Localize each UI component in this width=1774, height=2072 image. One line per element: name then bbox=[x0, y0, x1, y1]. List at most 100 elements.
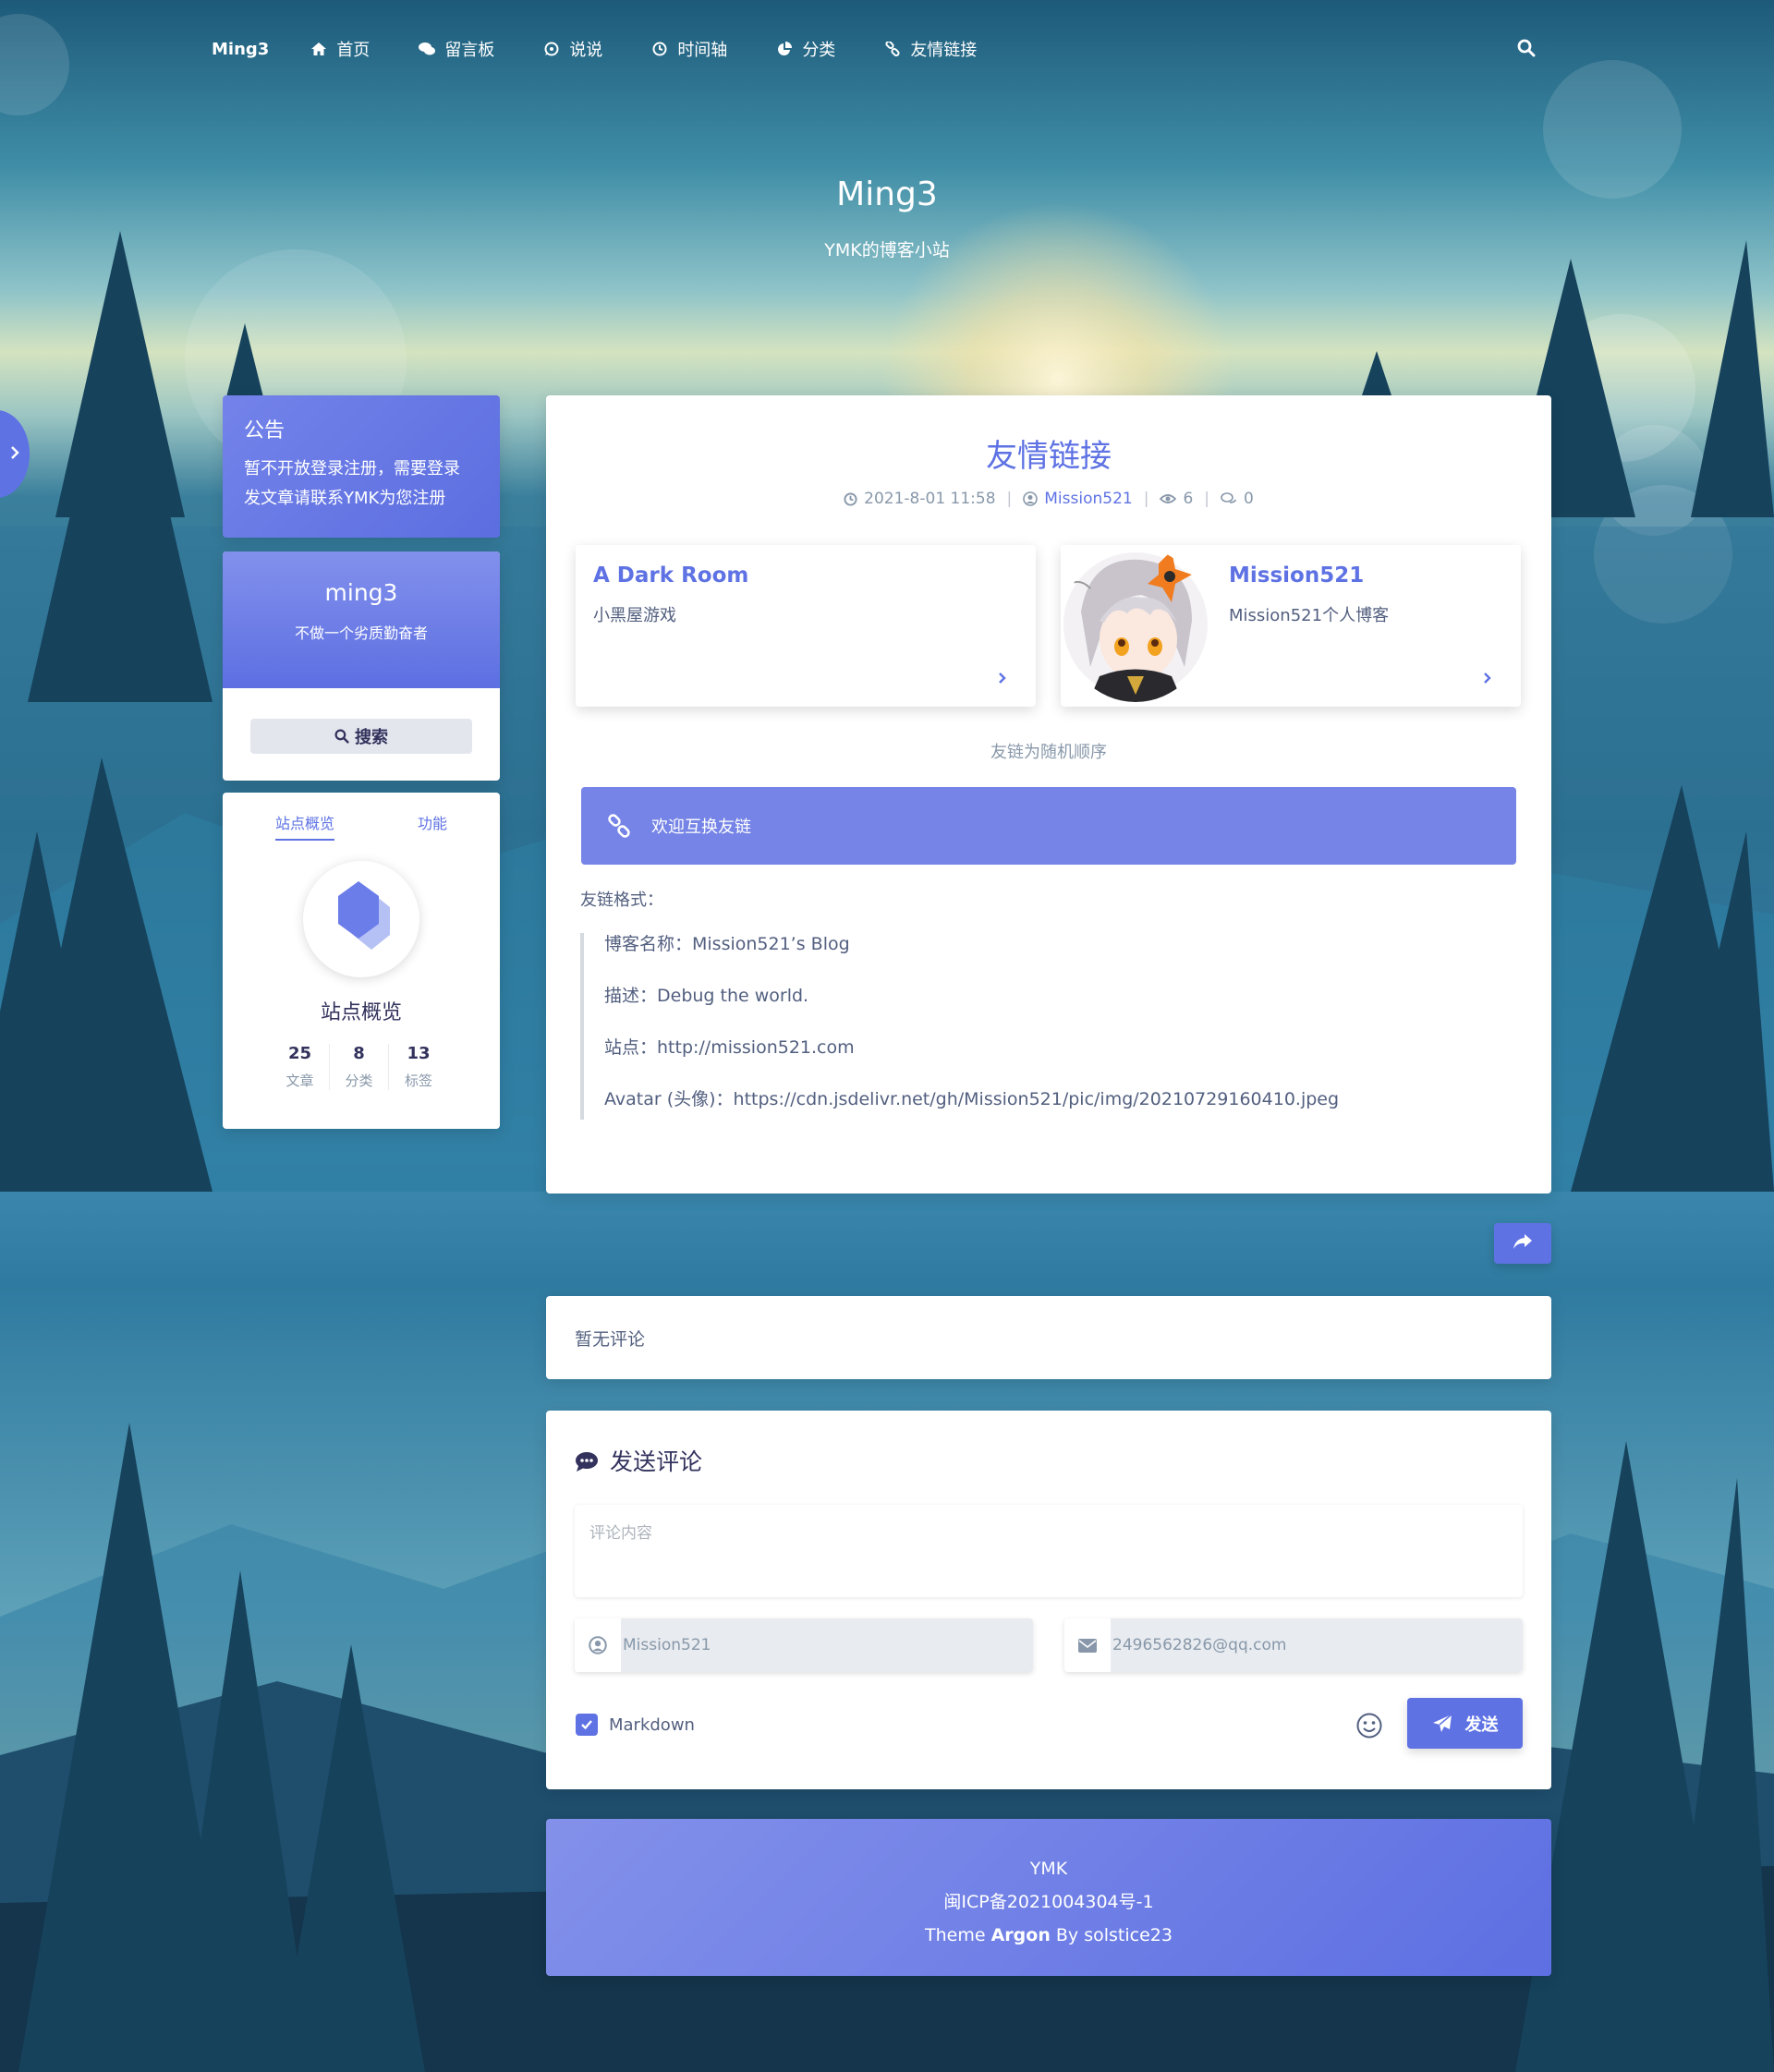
format-line: 站点：http://mission521.com bbox=[604, 1037, 855, 1058]
friend-link-desc: 小黑屋游戏 bbox=[593, 606, 676, 625]
stat-number: 13 bbox=[407, 1044, 431, 1063]
send-comment-button[interactable]: 发送 bbox=[1407, 1698, 1523, 1749]
chevron-right-icon bbox=[9, 444, 20, 465]
overview-title: 站点概览 bbox=[320, 1001, 402, 1024]
alert-text: 欢迎互换友链 bbox=[651, 818, 751, 837]
site-logo bbox=[303, 861, 419, 977]
clock-icon bbox=[651, 41, 668, 57]
comment-form-card: 发送评论 评论内容 Mission521 2496562826@qq.com M… bbox=[546, 1411, 1551, 1789]
post-views: 6 bbox=[1183, 490, 1194, 508]
share-button[interactable] bbox=[1494, 1223, 1551, 1264]
nav-item-home[interactable]: 首页 bbox=[310, 37, 370, 61]
smile-icon[interactable] bbox=[1355, 1712, 1383, 1739]
email-field[interactable]: 2496562826@qq.com bbox=[1064, 1618, 1523, 1672]
profile-header: ming3 不做一个劣质勤奋者 bbox=[223, 551, 500, 688]
banner-title: Ming3 bbox=[836, 176, 938, 213]
name-field[interactable]: Mission521 bbox=[575, 1618, 1033, 1672]
nav-item-guestbook[interactable]: 留言板 bbox=[419, 37, 494, 61]
random-order-note: 友链为随机顺序 bbox=[990, 743, 1107, 762]
stat-number: 8 bbox=[353, 1044, 365, 1063]
format-line: 描述：Debug the world. bbox=[604, 986, 809, 1006]
no-comments-text: 暂无评论 bbox=[575, 1328, 646, 1350]
clock-icon bbox=[844, 491, 857, 506]
friend-link-name: Mission521 bbox=[1229, 563, 1365, 588]
site-overview-card: 站点概览 功能 站点概览 25 文章 8 分类 13 标签 bbox=[223, 793, 500, 1129]
tab-function[interactable]: 功能 bbox=[418, 811, 447, 833]
post-author[interactable]: Mission521 bbox=[1044, 490, 1132, 508]
tab-site-overview[interactable]: 站点概览 bbox=[275, 811, 335, 841]
footer-icp[interactable]: 闽ICP备2021004304号-1 bbox=[546, 1885, 1551, 1919]
link-icon bbox=[884, 41, 901, 57]
nav-brand[interactable]: Ming3 bbox=[212, 40, 269, 59]
search-icon bbox=[334, 729, 349, 744]
article-meta: 2021-8-01 11:58 | Mission521 | 6 | 0 bbox=[546, 490, 1551, 508]
format-line: 博客名称：Mission521’s Blog bbox=[604, 934, 850, 954]
email-value: 2496562826@qq.com bbox=[1111, 1618, 1523, 1672]
check-icon bbox=[576, 1714, 598, 1736]
home-icon bbox=[310, 41, 327, 57]
comment-dots-icon bbox=[575, 1450, 599, 1472]
footer-theme-prefix: Theme bbox=[925, 1925, 991, 1945]
profile-motto: 不做一个劣质勤奋者 bbox=[294, 624, 428, 642]
stat-label: 分类 bbox=[345, 1072, 373, 1089]
footer-author: YMK bbox=[1029, 1859, 1068, 1879]
send-label: 发送 bbox=[1464, 1715, 1499, 1735]
notice-line: 暂不开放登录注册，需要登录 bbox=[244, 459, 460, 479]
nav-item-label: 分类 bbox=[802, 41, 836, 60]
friend-avatar bbox=[1063, 547, 1209, 702]
nav-item-timeline[interactable]: 时间轴 bbox=[651, 37, 727, 61]
stat-tags[interactable]: 13 标签 bbox=[389, 1044, 448, 1090]
stat-articles[interactable]: 25 文章 bbox=[271, 1044, 330, 1090]
envelope-icon bbox=[1064, 1618, 1111, 1672]
footer-theme-suffix: By solstice23 bbox=[1050, 1925, 1173, 1945]
format-line: Avatar (头像)：https://cdn.jsdelivr.net/gh/… bbox=[604, 1089, 1340, 1109]
no-comments-card: 暂无评论 bbox=[546, 1296, 1551, 1379]
markdown-checkbox[interactable]: Markdown bbox=[576, 1714, 695, 1736]
nav-item-category[interactable]: 分类 bbox=[776, 37, 835, 61]
comment-content-textarea[interactable]: 评论内容 bbox=[575, 1505, 1523, 1597]
chevron-right-icon bbox=[997, 670, 1010, 686]
pie-chart-icon bbox=[776, 41, 793, 57]
nav-item-label: 时间轴 bbox=[677, 41, 728, 60]
post-date: 2021-8-01 11:58 bbox=[864, 490, 996, 508]
search-button-label: 搜索 bbox=[355, 728, 388, 747]
footer-theme-link[interactable]: Argon bbox=[991, 1925, 1051, 1945]
top-navbar: Ming3 首页 留言板 说说 时间轴 分类 友情链接 bbox=[212, 35, 1561, 63]
banner-subtitle: YMK的博客小站 bbox=[824, 240, 950, 261]
nav-item-label: 说说 bbox=[569, 41, 603, 60]
user-circle-icon bbox=[575, 1618, 621, 1672]
meta-separator: | bbox=[1006, 490, 1013, 508]
search-button[interactable]: 搜索 bbox=[250, 719, 472, 754]
nav-item-shuoshuo[interactable]: 说说 bbox=[543, 37, 602, 61]
notice-line: 发文章请联系YMK为您注册 bbox=[244, 489, 446, 508]
nav-item-friend-links[interactable]: 友情链接 bbox=[884, 37, 977, 61]
post-comment-count: 0 bbox=[1244, 490, 1254, 508]
profile-name: ming3 bbox=[324, 579, 398, 606]
footer-card: YMK 闽ICP备2021004304号-1 Theme Argon By so… bbox=[546, 1819, 1551, 1976]
friend-link-card[interactable]: A Dark Room 小黑屋游戏 bbox=[576, 545, 1036, 707]
stat-label: 文章 bbox=[286, 1072, 314, 1089]
profile-card: ming3 不做一个劣质勤奋者 搜索 bbox=[223, 551, 500, 781]
sidebar-toggle-button[interactable] bbox=[0, 410, 30, 498]
user-circle-icon bbox=[1023, 491, 1039, 506]
chevron-right-icon bbox=[1482, 670, 1495, 686]
notice-card: 公告 暂不开放登录注册，需要登录 发文章请联系YMK为您注册 bbox=[223, 395, 500, 538]
article-card: 友情链接 2021-8-01 11:58 | Mission521 | 6 | … bbox=[546, 395, 1551, 1194]
format-blockquote: 博客名称：Mission521’s Blog 描述：Debug the worl… bbox=[580, 933, 1412, 1120]
stat-number: 25 bbox=[287, 1044, 312, 1063]
comment-form-title: 发送评论 bbox=[575, 1444, 702, 1477]
name-value: Mission521 bbox=[621, 1618, 1033, 1672]
meta-separator: | bbox=[1204, 490, 1210, 508]
overview-stats: 25 文章 8 分类 13 标签 bbox=[271, 1044, 448, 1090]
comments-icon bbox=[419, 41, 436, 57]
stat-categories[interactable]: 8 分类 bbox=[330, 1044, 389, 1090]
friend-link-card[interactable]: Mission521 Mission521个人博客 bbox=[1061, 545, 1521, 707]
search-icon[interactable] bbox=[1517, 39, 1537, 59]
link-icon bbox=[607, 814, 631, 838]
markdown-label: Markdown bbox=[609, 1715, 695, 1735]
friend-link-desc: Mission521个人博客 bbox=[1229, 606, 1390, 625]
stat-label: 标签 bbox=[404, 1072, 432, 1089]
notice-title: 公告 bbox=[244, 419, 286, 442]
comments-icon bbox=[1221, 492, 1237, 505]
exchange-links-alert: 欢迎互换友链 bbox=[581, 787, 1516, 865]
